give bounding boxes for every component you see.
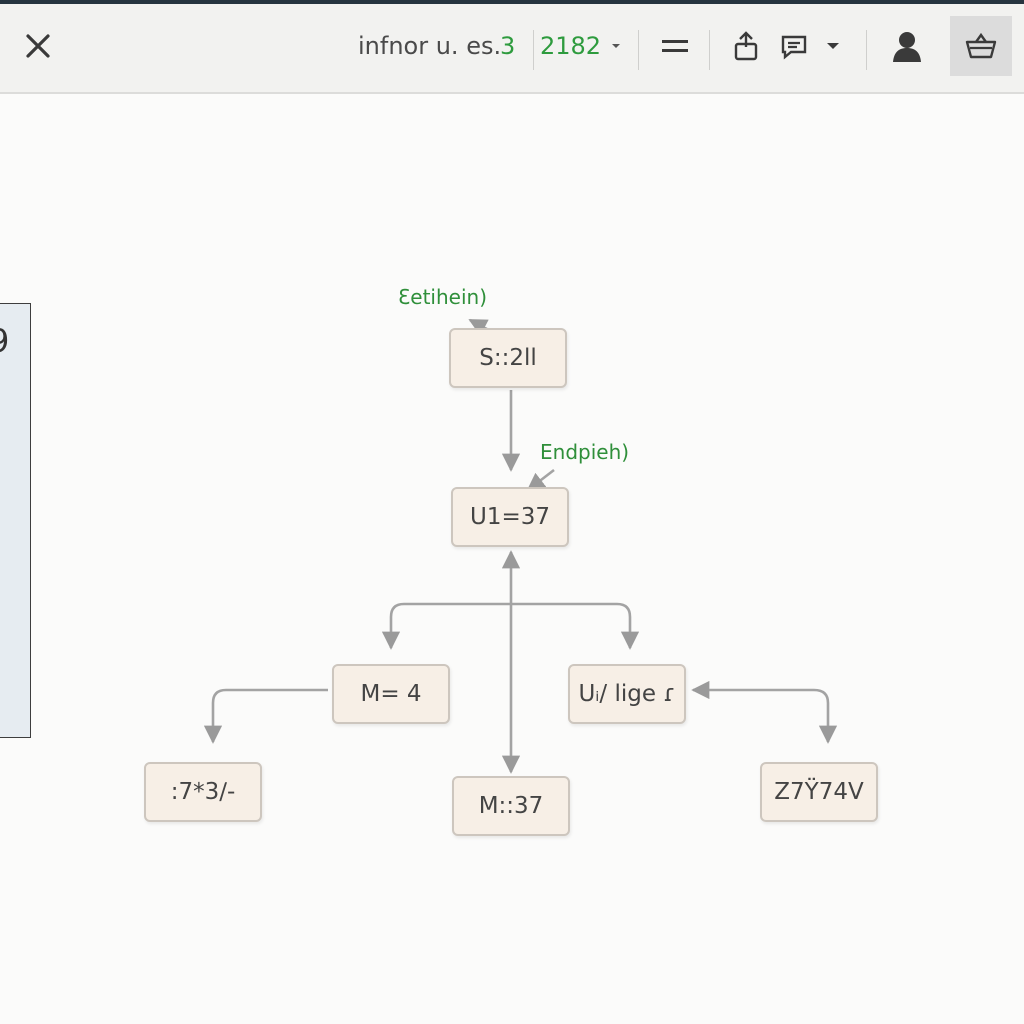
separator <box>866 30 867 70</box>
share-button[interactable] <box>726 26 766 66</box>
close-button[interactable] <box>18 24 58 68</box>
comment-button[interactable] <box>774 26 814 66</box>
node-far-left[interactable]: :7*3∕- <box>144 762 262 822</box>
node-top[interactable]: S::2ll <box>449 328 567 388</box>
node-far-right[interactable]: Z7Ÿ74V <box>760 762 878 822</box>
separator <box>638 30 639 70</box>
node-right[interactable]: Uᵢ/ lige ɾ <box>568 664 686 724</box>
diagram-canvas[interactable] <box>0 94 1024 1024</box>
options-dropdown[interactable] <box>818 26 848 66</box>
edge-label-top: Ɛetihein) <box>398 285 488 309</box>
close-icon <box>26 34 50 58</box>
basket-icon <box>965 32 997 59</box>
basket-button[interactable] <box>950 16 1012 76</box>
count-dropdown[interactable]: 2182 <box>540 26 623 66</box>
node-mid[interactable]: U1=37 <box>451 487 569 547</box>
document-title: infnor u. es. <box>358 32 502 60</box>
user-icon <box>893 32 921 62</box>
chevron-down-icon <box>612 44 621 48</box>
edge-label-mid: Endpieh) <box>540 440 630 464</box>
share-icon <box>734 31 758 61</box>
menu-button[interactable] <box>655 26 695 66</box>
separator <box>533 30 534 70</box>
side-panel-value: 9 <box>0 322 9 360</box>
comment-icon <box>781 35 807 60</box>
user-button[interactable] <box>884 24 930 68</box>
status-indicator: 3 <box>500 32 516 60</box>
separator <box>709 30 710 70</box>
toolbar: infnor u. es. 3 2182 <box>0 4 1024 94</box>
menu-icon <box>662 40 688 52</box>
count-value: 2182 <box>540 32 602 60</box>
node-left[interactable]: M= 4 <box>332 664 450 724</box>
node-bottom[interactable]: M::37 <box>452 776 570 836</box>
chevron-down-icon <box>827 43 839 49</box>
side-panel[interactable]: 9 <box>0 303 31 738</box>
